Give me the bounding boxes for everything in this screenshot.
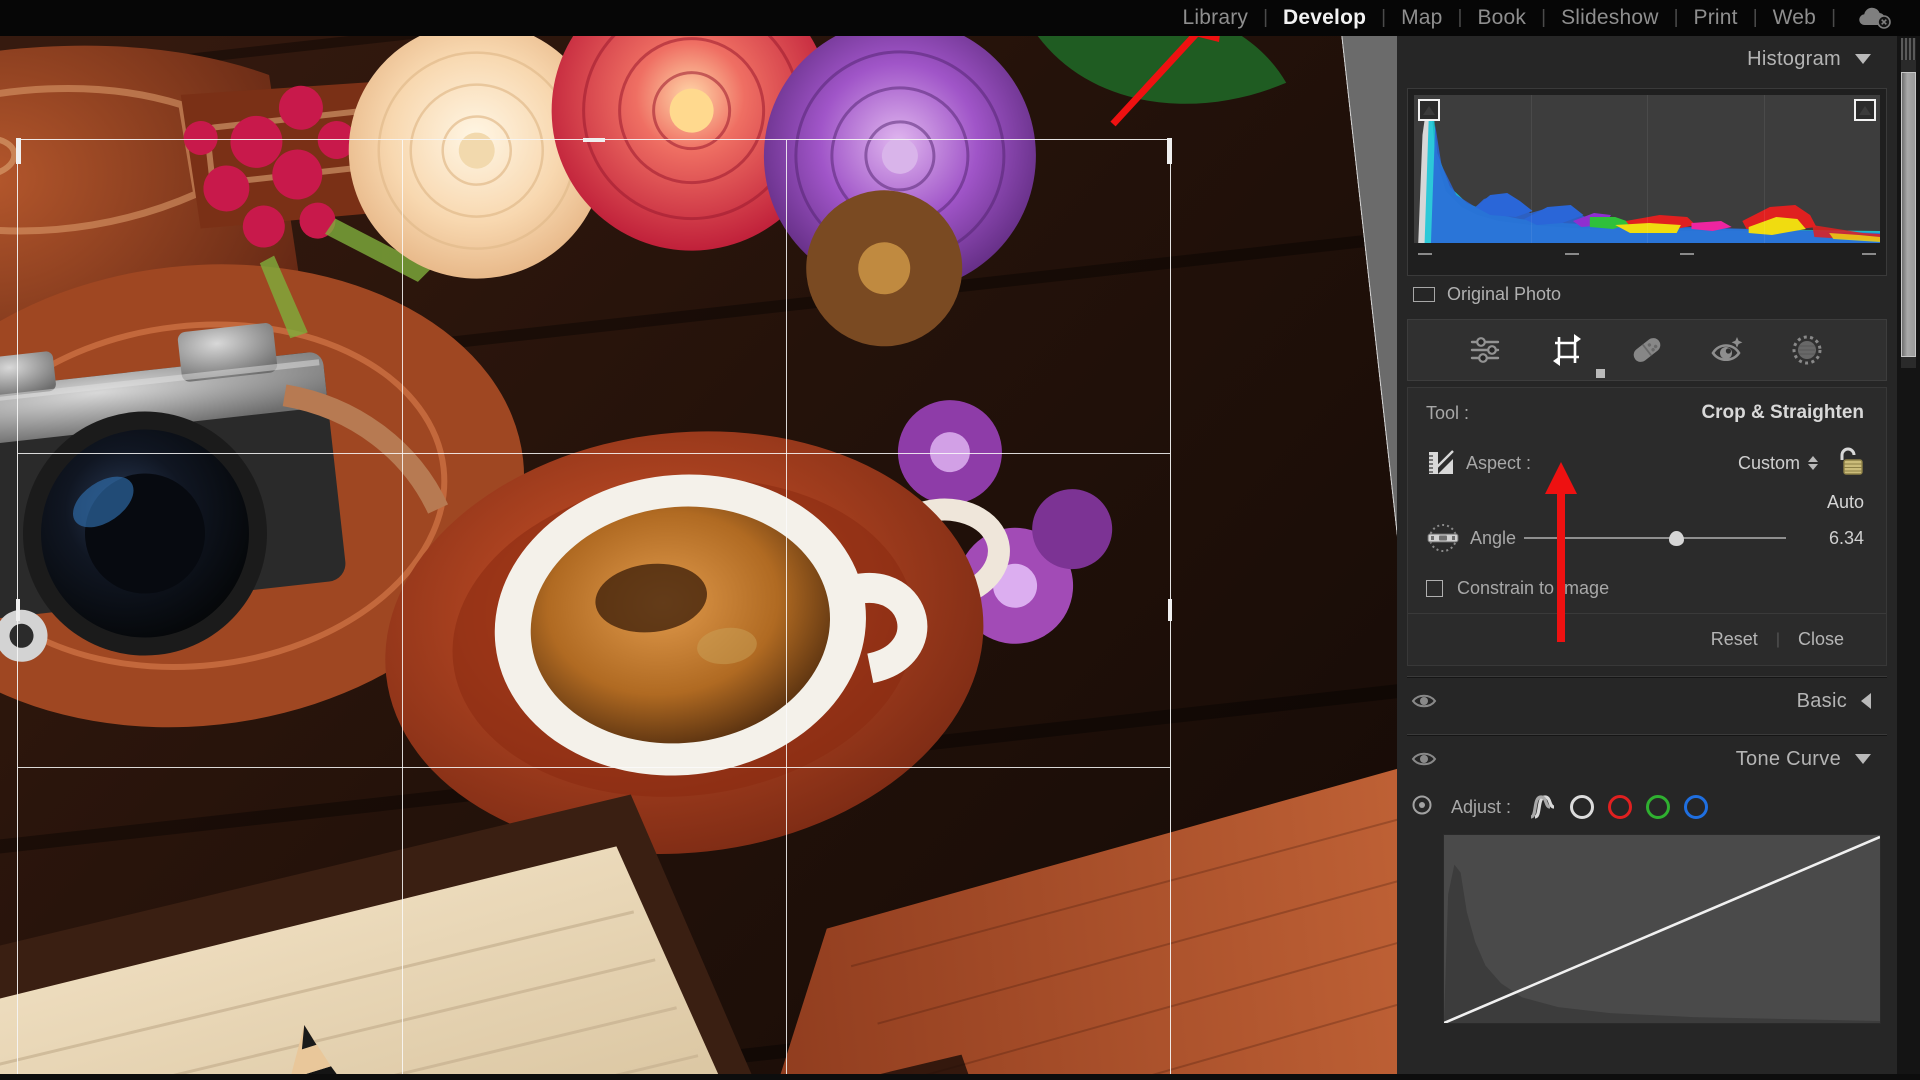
crop-panel-footer: Reset | Close xyxy=(1408,613,1886,665)
curve-channel-parametric[interactable] xyxy=(1529,792,1559,822)
menu-separator: | xyxy=(1751,0,1760,36)
tone-curve-graph[interactable] xyxy=(1443,834,1881,1024)
module-book[interactable]: Book xyxy=(1464,0,1539,36)
constrain-to-image-label: Constrain to Image xyxy=(1457,578,1609,599)
menu-separator: | xyxy=(1261,0,1270,36)
crop-straighten-panel: Tool : Crop & Straighten Aspect : Custom xyxy=(1407,387,1887,666)
histogram-plot[interactable] xyxy=(1414,95,1880,243)
tone-curve-panel-title: Tone Curve xyxy=(1736,748,1841,771)
tool-crop-straighten[interactable] xyxy=(1527,323,1607,377)
basic-panel-title: Basic xyxy=(1797,690,1847,713)
module-map[interactable]: Map xyxy=(1388,0,1455,36)
tool-value: Crop & Straighten xyxy=(1701,402,1864,424)
module-web[interactable]: Web xyxy=(1760,0,1829,36)
eye-icon[interactable] xyxy=(1411,692,1437,710)
photo-canvas[interactable] xyxy=(0,36,1397,1080)
constrain-to-image-row[interactable]: Constrain to Image xyxy=(1408,563,1886,613)
histogram-header[interactable]: Histogram xyxy=(1397,36,1897,82)
module-picker-bar: Library | Develop | Map | Book | Slidesh… xyxy=(0,0,1920,36)
lightroom-window: Library | Develop | Map | Book | Slidesh… xyxy=(0,0,1920,1080)
aspect-row: Aspect : Custom xyxy=(1408,438,1886,488)
menu-separator: | xyxy=(1672,0,1681,36)
curve-channel-blue[interactable] xyxy=(1681,792,1711,822)
curve-channel-red[interactable] xyxy=(1605,792,1635,822)
curve-channel-green[interactable] xyxy=(1643,792,1673,822)
tool-basic-adjustments[interactable] xyxy=(1447,323,1527,377)
module-develop[interactable]: Develop xyxy=(1270,0,1379,36)
active-tool-indicator xyxy=(1596,369,1605,378)
reset-button[interactable]: Reset xyxy=(1693,629,1776,650)
cloud-sync-off-icon[interactable] xyxy=(1856,6,1892,30)
menu-separator: | xyxy=(1539,0,1548,36)
curve-channel-rgb[interactable] xyxy=(1567,792,1597,822)
highlight-clipping-indicator[interactable] xyxy=(1854,99,1876,121)
auto-straighten-button[interactable]: Auto xyxy=(1827,492,1864,513)
tool-red-eye-correction[interactable] xyxy=(1687,323,1767,377)
shadow-clipping-indicator[interactable] xyxy=(1418,99,1440,121)
bottom-bar xyxy=(0,1074,1920,1080)
original-photo-label: Original Photo xyxy=(1447,284,1561,305)
angle-row: Angle 6.34 xyxy=(1408,513,1886,563)
triangle-left-icon[interactable] xyxy=(1861,693,1871,709)
eye-icon[interactable] xyxy=(1411,750,1437,768)
angle-value[interactable]: 6.34 xyxy=(1800,528,1864,549)
aspect-label: Aspect : xyxy=(1466,453,1531,474)
right-panel-scrollbar[interactable] xyxy=(1897,36,1920,1080)
rectangle-icon xyxy=(1413,287,1435,302)
triangle-down-icon[interactable] xyxy=(1855,754,1871,764)
padlock-open-icon[interactable] xyxy=(1834,445,1864,482)
updown-arrows-icon[interactable] xyxy=(1808,456,1818,470)
module-library[interactable]: Library xyxy=(1170,0,1262,36)
right-panel: Histogram xyxy=(1397,36,1897,1080)
chevron-down-icon[interactable] xyxy=(1855,54,1871,64)
scrollbar-thumb[interactable] xyxy=(1901,72,1916,357)
aspect-ratio-icon xyxy=(1426,448,1456,478)
module-slideshow[interactable]: Slideshow xyxy=(1548,0,1672,36)
histogram-title: Histogram xyxy=(1747,48,1841,71)
panel-header-tone-curve[interactable]: Tone Curve xyxy=(1397,736,1897,782)
scrollbar-grip-hatch xyxy=(1901,38,1916,60)
histogram-tick-marks xyxy=(1414,243,1880,269)
tool-strip xyxy=(1407,319,1887,381)
menu-separator: | xyxy=(1456,0,1465,36)
close-button[interactable]: Close xyxy=(1780,629,1862,650)
target-adjust-icon[interactable] xyxy=(1411,794,1433,821)
aspect-value[interactable]: Custom xyxy=(1738,453,1800,474)
photo-image xyxy=(0,36,1397,1080)
menu-separator: | xyxy=(1829,0,1838,36)
module-list: Library | Develop | Map | Book | Slidesh… xyxy=(1170,0,1839,36)
tool-label: Tool : xyxy=(1426,403,1469,424)
angle-slider[interactable] xyxy=(1524,527,1786,549)
angle-label: Angle xyxy=(1470,528,1516,549)
auto-row: Auto xyxy=(1408,488,1886,513)
menu-separator: | xyxy=(1379,0,1388,36)
tool-healing-brush[interactable] xyxy=(1607,323,1687,377)
histogram-panel xyxy=(1407,88,1887,276)
module-print[interactable]: Print xyxy=(1681,0,1751,36)
original-photo-row[interactable]: Original Photo xyxy=(1397,276,1897,319)
adjust-label: Adjust : xyxy=(1451,797,1511,818)
rotated-photo[interactable] xyxy=(0,36,1397,1080)
tool-row: Tool : Crop & Straighten xyxy=(1408,388,1886,438)
tool-masking[interactable] xyxy=(1767,323,1847,377)
tone-curve-adjust-row: Adjust : xyxy=(1397,782,1897,830)
constrain-to-image-checkbox[interactable] xyxy=(1426,580,1443,597)
angle-slider-knob[interactable] xyxy=(1669,531,1684,546)
level-tool-icon xyxy=(1426,523,1460,553)
panel-header-basic[interactable]: Basic xyxy=(1397,678,1897,724)
